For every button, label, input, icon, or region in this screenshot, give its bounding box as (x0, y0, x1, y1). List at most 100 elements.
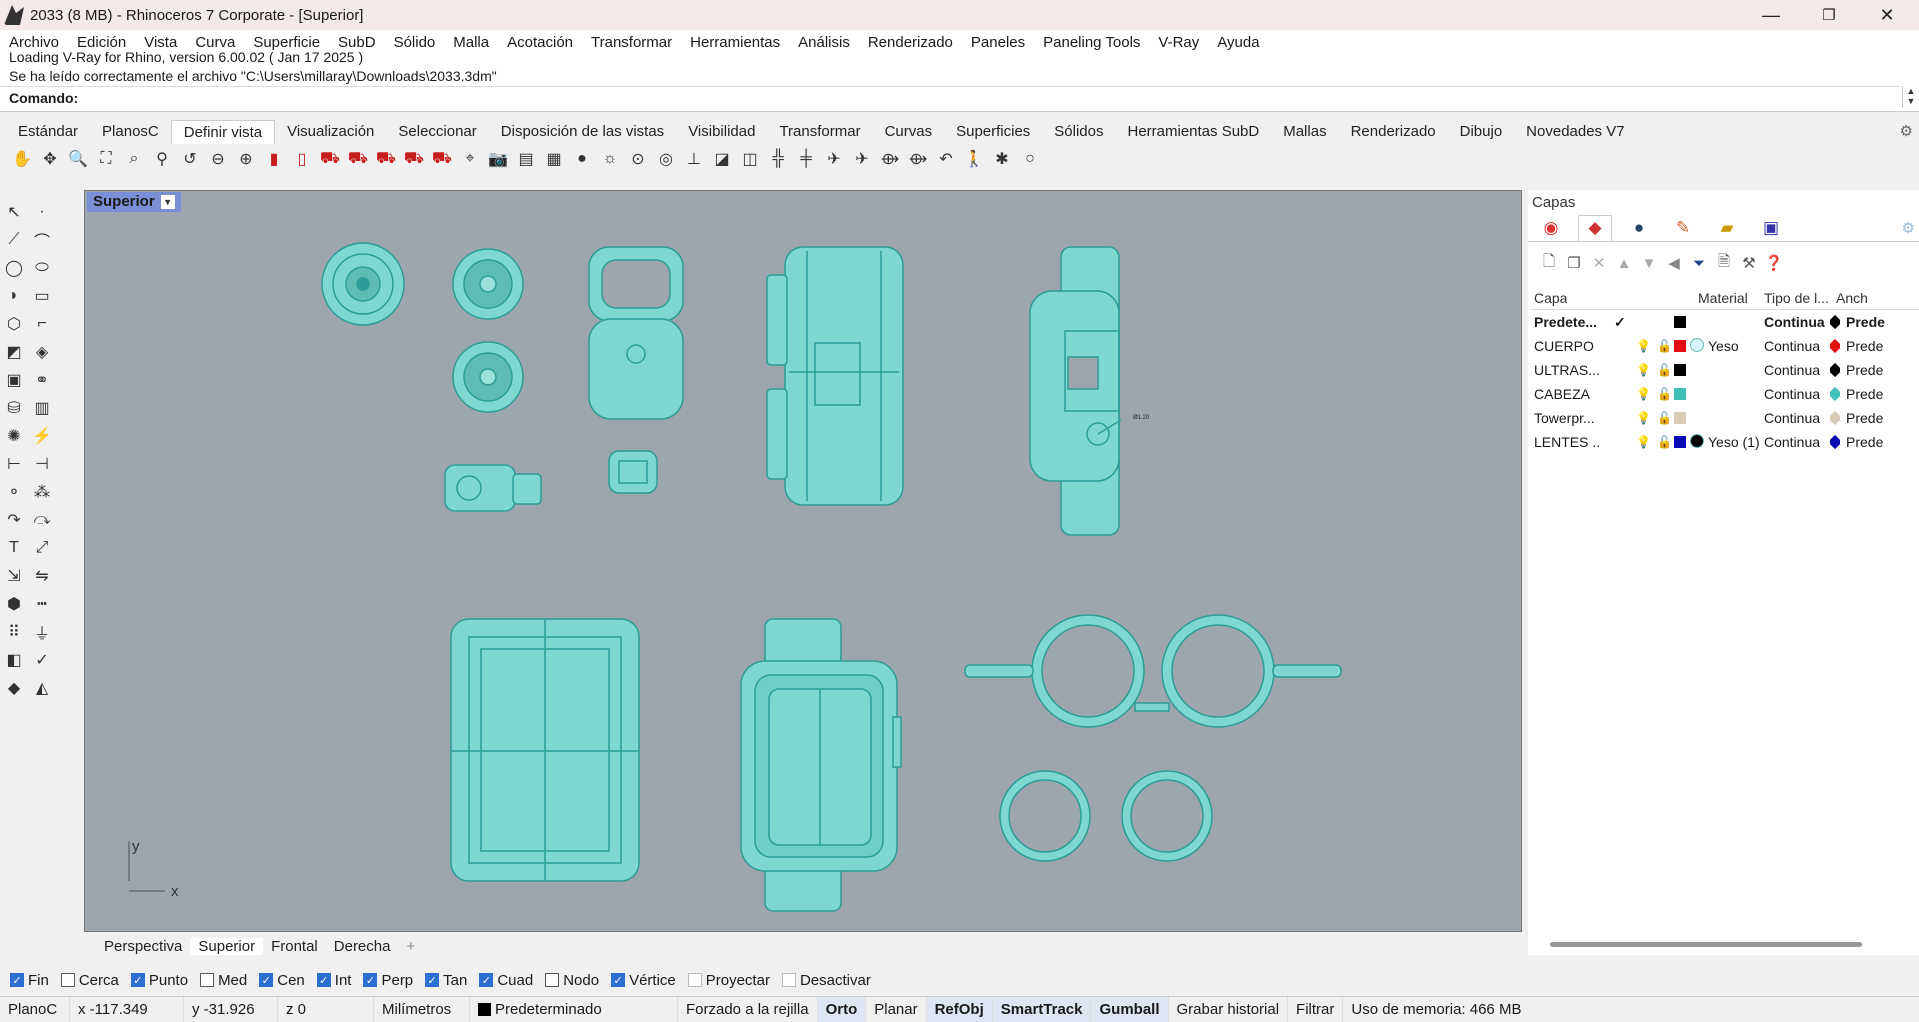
lock-icon[interactable]: 🔓 (1657, 406, 1672, 430)
render-icon[interactable]: ⚡ (30, 424, 54, 448)
delete-layer-icon[interactable]: ✕ (1588, 254, 1610, 272)
layer-row[interactable]: Towerpr... 💡 🔓 Continua Prede (1530, 406, 1919, 430)
osnap-tan[interactable]: ✓ Tan (425, 972, 467, 989)
layer-row[interactable]: CUERPO 💡 🔓 Yeso Continua Prede (1530, 334, 1919, 358)
viewtab-frontal[interactable]: Frontal (263, 938, 326, 955)
panel-hscroll[interactable] (1550, 942, 1862, 947)
status-units[interactable]: Milímetros (374, 996, 470, 1022)
viewtab-perspectiva[interactable]: Perspectiva (96, 938, 190, 955)
menu-superficie[interactable]: Superficie (244, 34, 329, 51)
undo-arrow-icon[interactable]: ↶ (934, 147, 958, 171)
layers-tab-icon[interactable]: ◆ (1578, 214, 1612, 241)
command-prompt[interactable]: Comando: (0, 86, 1900, 108)
array-icon[interactable]: ⠿ (2, 620, 26, 644)
status-planar[interactable]: Planar (866, 996, 927, 1022)
plane-icon[interactable]: ◪ (710, 147, 734, 171)
osnap-nodo[interactable]: Nodo (545, 972, 599, 989)
minimize-button[interactable]: — (1742, 0, 1800, 30)
viewport-title[interactable]: Superior ▼ (87, 192, 181, 212)
osnap-int[interactable]: ✓ Int (316, 972, 351, 989)
polyline-icon[interactable]: ⟋ (2, 228, 26, 252)
move-down-icon[interactable]: ▼ (1638, 255, 1660, 272)
block-icon[interactable]: ⁂ (30, 480, 54, 504)
layer-state-icon[interactable]: 🗎 (1713, 251, 1735, 276)
surface-edit-icon[interactable]: ◈ (30, 340, 54, 364)
menu-edicion[interactable]: Edición (68, 34, 135, 51)
zoom-window-icon[interactable]: ⌕ (122, 147, 146, 171)
menu-archivo[interactable]: Archivo (0, 34, 68, 51)
command-scroll[interactable]: ▲ ▼ (1902, 86, 1919, 108)
header-material[interactable]: Material (1698, 286, 1748, 310)
layer-row[interactable]: LENTES ... 💡 🔓 Yeso (1) Continua Prede (1530, 430, 1919, 454)
zoom-icon[interactable]: 🔍 (66, 147, 90, 171)
zoom-1to1-icon[interactable]: ⊕ (234, 147, 258, 171)
header-width[interactable]: Anch (1836, 286, 1868, 310)
zoom-out-icon[interactable]: ⊖ (206, 147, 230, 171)
menu-paneling-tools[interactable]: Paneling Tools (1034, 34, 1149, 51)
panel-gear-icon[interactable]: ⚙ (1902, 219, 1915, 237)
tab-novedades-v7[interactable]: Novedades V7 (1514, 120, 1636, 144)
osnap-fin[interactable]: ✓ Fin (10, 972, 49, 989)
check-icon[interactable]: ✓ (30, 648, 54, 672)
tab-curvas[interactable]: Curvas (873, 120, 945, 144)
printer-icon[interactable]: ▦ (542, 147, 566, 171)
osnap-checkbox[interactable]: ✓ (259, 973, 274, 987)
lock-icon[interactable]: 🔓 (1657, 430, 1672, 454)
axis-icon[interactable]: ⊥ (682, 147, 706, 171)
light-bulb-icon[interactable]: 💡 (1636, 406, 1651, 430)
status-filter[interactable]: Filtrar (1288, 996, 1344, 1022)
move-parent-icon[interactable]: ◀ (1663, 254, 1685, 272)
layer-row[interactable]: CABEZA 💡 🔓 Continua Prede (1530, 382, 1919, 406)
layer-color-swatch[interactable] (1674, 430, 1686, 454)
osnap-checkbox[interactable] (200, 973, 215, 987)
circle-tool-icon[interactable]: ◯ (2, 256, 26, 280)
light-bulb-icon[interactable]: 💡 (1636, 358, 1651, 382)
spaceship2-icon[interactable]: ⟴ (906, 147, 930, 171)
select-arrow-icon[interactable]: ↖ (2, 200, 26, 224)
close-button[interactable]: ✕ (1858, 0, 1916, 30)
osnap-checkbox[interactable]: ✓ (611, 973, 626, 987)
material-icon[interactable]: ◆ (2, 676, 26, 700)
circle-icon[interactable]: ○ (1018, 147, 1042, 171)
status-ortho[interactable]: Orto (817, 996, 867, 1022)
boolean-icon[interactable]: ⚭ (30, 368, 54, 392)
plane-fly-icon[interactable]: ✈ (822, 147, 846, 171)
paint-icon[interactable]: ◭ (30, 676, 54, 700)
target-icon[interactable]: ⊙ (626, 147, 650, 171)
camera-icon[interactable]: 📷 (486, 147, 510, 171)
mesh-icon[interactable]: ▥ (30, 396, 54, 420)
viewtab-derecha[interactable]: Derecha (326, 938, 399, 955)
viewtab-add-icon[interactable]: + (398, 938, 423, 955)
walk-icon[interactable]: 🚶 (962, 147, 986, 171)
viewport-menu-icon[interactable]: ▼ (160, 195, 175, 209)
tab-estandar[interactable]: Estándar (6, 120, 90, 144)
menu-transformar[interactable]: Transformar (582, 34, 681, 51)
tab-transformar[interactable]: Transformar (767, 120, 872, 144)
osnap-cen[interactable]: ✓ Cen (259, 972, 305, 989)
box-icon[interactable]: ◫ (738, 147, 762, 171)
help-tab-icon[interactable]: ▣ (1754, 215, 1788, 241)
sun-icon[interactable]: ✱ (990, 147, 1014, 171)
solid-edit-icon[interactable]: ⬢ (2, 592, 26, 616)
lock-icon[interactable]: 🔓 (1657, 358, 1672, 382)
move-up-icon[interactable]: ▲ (1613, 255, 1635, 272)
car-red2-icon[interactable]: ⛟ (346, 147, 370, 171)
camera-tool-icon[interactable]: ⌖ (458, 147, 482, 171)
status-layer[interactable]: Predeterminado (470, 996, 678, 1022)
dimension2-icon[interactable]: ⊣ (30, 452, 54, 476)
polygon-icon[interactable]: ⬡ (2, 312, 26, 336)
crosshair-icon[interactable]: ╬ (766, 147, 790, 171)
layer-row[interactable]: ULTRAS... 💡 🔓 Continua Prede (1530, 358, 1919, 382)
tab-mallas[interactable]: Mallas (1271, 120, 1338, 144)
fillet-curve-icon[interactable]: ⌐ (30, 312, 54, 336)
gumball-tool-icon[interactable]: ⏚ (30, 620, 54, 644)
osnap-checkbox[interactable] (687, 973, 702, 987)
box-solid-icon[interactable]: ▣ (2, 368, 26, 392)
point-icon[interactable]: · (30, 200, 54, 224)
menu-herramientas[interactable]: Herramientas (681, 34, 789, 51)
tab-seleccionar[interactable]: Seleccionar (386, 120, 488, 144)
split-icon[interactable]: ⤼ (30, 508, 54, 532)
layer-color-swatch[interactable] (1674, 406, 1686, 430)
trim-icon[interactable]: ↷ (2, 508, 26, 532)
viewport-superior[interactable]: Ø1.20 x y Superior ▼ (84, 190, 1522, 932)
